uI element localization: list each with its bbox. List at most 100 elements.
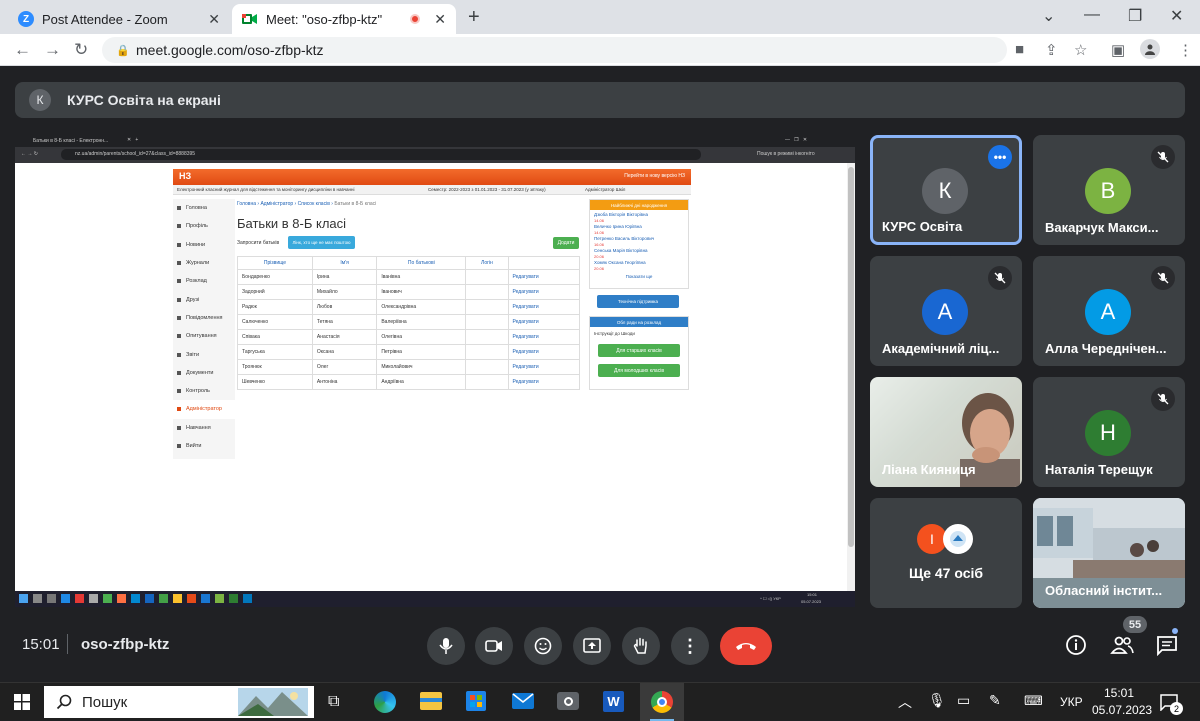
window-close-button[interactable]: ✕ — [1170, 6, 1183, 26]
table-cell — [465, 269, 509, 285]
column-header[interactable]: Прізвище — [237, 256, 313, 270]
close-icon[interactable]: ✕ — [434, 11, 446, 28]
nav-item[interactable]: Профіль — [173, 217, 235, 235]
profile-avatar[interactable] — [1140, 39, 1160, 59]
participant-tile[interactable]: Н Наталія Терещук — [1033, 377, 1185, 487]
edit-link[interactable]: Редагувати — [507, 374, 581, 390]
chat-button[interactable] — [1156, 634, 1178, 661]
user-label: Адміністратор Шкіл — [585, 187, 626, 192]
windows-start-icon[interactable] — [14, 694, 30, 715]
edit-link[interactable]: Редагувати — [507, 329, 581, 345]
edge-icon[interactable] — [374, 691, 396, 713]
share-icon[interactable]: ⇪ — [1045, 41, 1058, 59]
folder-icon[interactable] — [420, 692, 442, 710]
maximize-button[interactable]: ❐ — [1128, 6, 1142, 26]
minimize-button[interactable]: — — [1084, 6, 1100, 24]
invite-button[interactable]: Лінк, хто ще не має поштою — [288, 236, 355, 249]
more-options-icon[interactable]: ••• — [988, 145, 1012, 169]
scrollbar[interactable] — [847, 163, 855, 591]
sidebar-icon[interactable]: ▣ — [1111, 41, 1125, 59]
word-icon[interactable]: W — [603, 691, 624, 712]
mic-button[interactable] — [427, 627, 465, 665]
mail-icon[interactable] — [512, 693, 534, 709]
people-button[interactable] — [1110, 635, 1134, 660]
close-icon[interactable]: ✕ — [208, 11, 220, 28]
camera-app-icon[interactable] — [557, 692, 579, 710]
star-icon[interactable]: ☆ — [1074, 41, 1087, 59]
network-icon[interactable]: ▭ — [957, 692, 970, 709]
nav-item[interactable]: Новини — [173, 236, 235, 254]
edit-link[interactable]: Редагувати — [507, 269, 581, 285]
camera-icon[interactable]: ■ — [1015, 41, 1024, 58]
younger-classes-button[interactable]: Для молодших класів — [598, 364, 680, 377]
chevron-up-icon[interactable]: ︿ — [898, 692, 912, 712]
participant-tile[interactable]: А Алла Череднічен... — [1033, 256, 1185, 366]
forward-button[interactable]: → — [44, 40, 61, 60]
period-select[interactable]: Семестр: 2022-2023 з 01.01.2023 - 31.07.… — [428, 187, 546, 192]
table-cell — [465, 299, 509, 315]
kebab-menu-icon[interactable]: ⋮ — [1178, 41, 1193, 59]
leave-call-button[interactable] — [720, 627, 772, 665]
participant-tile[interactable]: К ••• КУРС Освіта — [870, 135, 1022, 245]
clock-time[interactable]: 15:01 — [1104, 686, 1134, 700]
emoji-button[interactable] — [524, 627, 562, 665]
older-classes-button[interactable]: Для старших класів — [598, 344, 680, 357]
edit-link[interactable]: Редагувати — [507, 314, 581, 330]
nav-item[interactable]: Розклад — [173, 272, 235, 290]
pen-icon[interactable]: ✎ — [989, 692, 1001, 709]
avatar: Н — [1085, 410, 1131, 456]
edit-link[interactable]: Редагувати — [507, 359, 581, 375]
nav-item[interactable]: Головна — [173, 199, 235, 217]
column-header[interactable]: Ім'я — [311, 256, 378, 270]
clock-date[interactable]: 05.07.2023 — [1092, 703, 1152, 717]
nav-item[interactable]: Звіти — [173, 345, 235, 363]
tab-meet[interactable]: Meet: "oso-zfbp-ktz" ✕ — [232, 4, 456, 34]
raise-hand-button[interactable] — [622, 627, 660, 665]
nav-item[interactable]: Повідомлення — [173, 309, 235, 327]
more-participants-tile[interactable]: І Ще 47 осіб — [870, 498, 1022, 608]
participant-video-tile[interactable]: Ліана Кияниця — [870, 377, 1022, 487]
participant-tile[interactable]: А Академічний ліц... — [870, 256, 1022, 366]
edit-link[interactable]: Редагувати — [507, 299, 581, 315]
nav-item[interactable]: Документи — [173, 364, 235, 382]
show-all-link[interactable]: Показати ще — [590, 274, 688, 279]
nav-item[interactable]: Опитування — [173, 327, 235, 345]
nav-item[interactable]: Навчання — [173, 419, 235, 437]
notification-dot — [1172, 628, 1178, 634]
more-options-button[interactable]: ⋮ — [671, 627, 709, 665]
table-cell: Миколайович — [376, 359, 467, 375]
nav-item-active[interactable]: Адміністратор — [173, 400, 235, 419]
url-input[interactable]: 🔒 meet.google.com/oso-zfbp-ktz — [102, 37, 1007, 63]
reload-button[interactable]: ↻ — [74, 40, 88, 60]
nav-item[interactable]: Журнали — [173, 254, 235, 272]
new-version-link[interactable]: Перейти в нову версію НЗ — [624, 173, 685, 179]
back-button[interactable]: ← — [14, 40, 31, 60]
support-button[interactable]: Технічна підтримка — [597, 295, 679, 308]
taskbar-search-input[interactable]: Пошук — [44, 686, 314, 718]
tab-zoom[interactable]: Z Post Attendee - Zoom ✕ — [8, 4, 230, 34]
participant-video-tile[interactable]: Обласний інстит... — [1033, 498, 1185, 608]
nav-item[interactable]: Друзі — [173, 290, 235, 308]
edit-link[interactable]: Редагувати — [507, 284, 581, 300]
present-button[interactable] — [573, 627, 611, 665]
new-tab-button[interactable]: + — [468, 6, 480, 29]
nav-item[interactable]: Контроль — [173, 382, 235, 400]
language-indicator[interactable]: УКР — [1060, 695, 1083, 709]
info-button[interactable] — [1065, 634, 1087, 661]
edit-link[interactable]: Редагувати — [507, 344, 581, 360]
task-view-icon[interactable]: ⧉ — [328, 693, 339, 711]
camera-button[interactable] — [475, 627, 513, 665]
chevron-down-icon[interactable]: ⌄ — [1042, 6, 1055, 26]
participant-tile[interactable]: В Вакарчук Макси... — [1033, 135, 1185, 245]
store-icon[interactable] — [466, 691, 486, 711]
column-header[interactable]: Логін — [465, 256, 509, 270]
mic-tray-icon[interactable]: 🎙 — [928, 692, 946, 709]
add-button[interactable]: Додати — [553, 237, 579, 249]
search-highlight-image — [238, 688, 308, 716]
nav-item[interactable]: Вийти — [173, 437, 235, 455]
table-cell: Іванович — [376, 284, 467, 300]
column-header[interactable]: По батькові — [376, 256, 467, 270]
keyboard-icon[interactable]: ⌨ — [1024, 693, 1043, 709]
presentation-title: КУРС Освіта на екрані — [67, 92, 221, 108]
chrome-taskbar-item[interactable] — [640, 683, 684, 721]
